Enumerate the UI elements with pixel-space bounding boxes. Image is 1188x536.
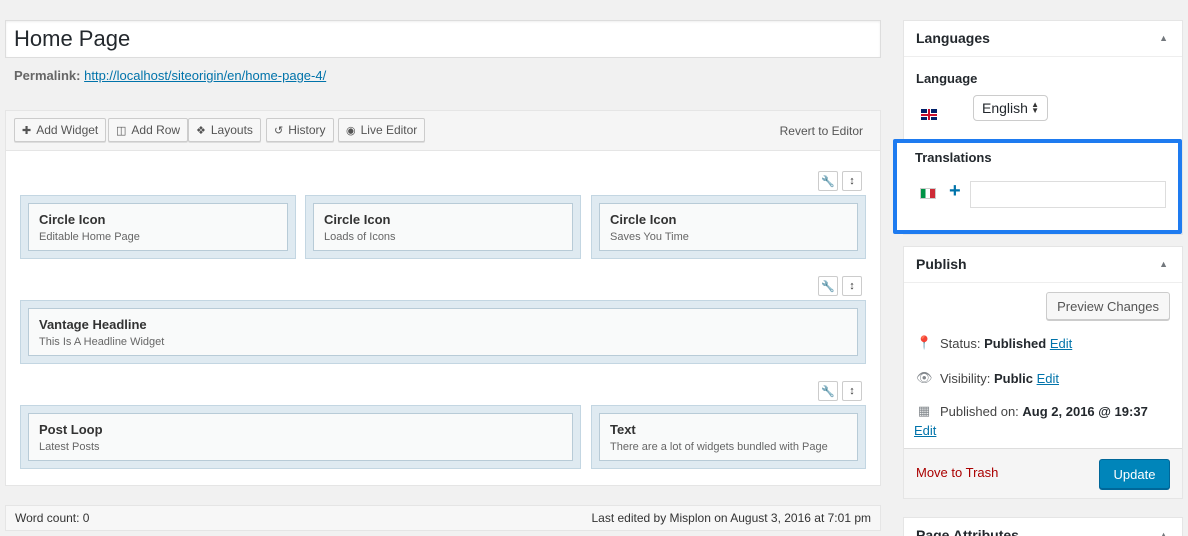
calendar-icon: ▦: [917, 403, 931, 418]
select-arrows-icon: ▲ ▼: [1031, 100, 1039, 115]
eye-icon: 👁: [916, 370, 933, 385]
translation-input[interactable]: [970, 181, 1166, 208]
layouts-button[interactable]: ❖ Layouts: [188, 118, 261, 142]
move-icon[interactable]: ↕: [842, 171, 862, 191]
widget-description: There are a lot of widgets bundled with …: [610, 441, 828, 453]
eye-icon: ◉: [346, 124, 356, 137]
plus-icon: ✚: [22, 124, 32, 137]
publish-actions: Move to Trash Update: [904, 448, 1182, 498]
builder-row: Circle Icon Editable Home Page Circle Ic…: [20, 195, 866, 259]
widget-description: Loads of Icons: [324, 231, 396, 243]
row-tools: 🔧 ↕: [818, 381, 862, 401]
widget-title: Circle Icon: [324, 212, 391, 227]
widget-card[interactable]: Vantage Headline This Is A Headline Widg…: [28, 308, 858, 356]
edit-date-link[interactable]: Edit: [914, 423, 936, 438]
translations-label: Translations: [915, 150, 992, 165]
widget-title: Post Loop: [39, 422, 103, 437]
edit-status-link[interactable]: Edit: [1050, 336, 1072, 351]
row-cell: Circle Icon Loads of Icons: [305, 195, 581, 259]
collapse-caret-icon[interactable]: ▲: [1159, 33, 1168, 43]
permalink: Permalink: http://localhost/siteorigin/e…: [14, 68, 326, 83]
move-to-trash-link[interactable]: Move to Trash: [916, 465, 998, 480]
visibility-line: 👁 Visibility: Public Edit: [916, 370, 1060, 386]
collapse-caret-icon[interactable]: ▲: [1159, 259, 1168, 269]
widget-card[interactable]: Text There are a lot of widgets bundled …: [599, 413, 858, 461]
update-button[interactable]: Update: [1099, 459, 1170, 489]
status-line: 📍 Status: Published Edit: [916, 335, 1073, 351]
move-icon[interactable]: ↕: [842, 276, 862, 296]
row-tools: 🔧 ↕: [818, 276, 862, 296]
row-cell: Vantage Headline This Is A Headline Widg…: [20, 300, 866, 364]
builder-row: Vantage Headline This Is A Headline Widg…: [20, 300, 866, 364]
language-label: Language: [916, 71, 978, 86]
page-attributes-box: Page Attributes ▲: [903, 517, 1183, 536]
row-cell: Text There are a lot of widgets bundled …: [591, 405, 866, 469]
widget-title: Circle Icon: [610, 212, 677, 227]
widget-card[interactable]: Post Loop Latest Posts: [28, 413, 573, 461]
add-widget-button[interactable]: ✚ Add Widget: [14, 118, 107, 142]
word-count-bar: Word count: 0 Last edited by Misplon on …: [5, 505, 881, 531]
widget-card[interactable]: Circle Icon Loads of Icons: [313, 203, 573, 251]
widget-card[interactable]: Circle Icon Saves You Time: [599, 203, 858, 251]
word-count: Word count: 0: [15, 511, 90, 525]
move-icon[interactable]: ↕: [842, 381, 862, 401]
pin-icon: 📍: [916, 335, 933, 350]
layouts-icon: ❖: [196, 124, 206, 137]
widget-title: Circle Icon: [39, 212, 106, 227]
widget-description: Latest Posts: [39, 441, 100, 453]
edit-visibility-link[interactable]: Edit: [1037, 371, 1059, 386]
widget-title: Text: [610, 422, 636, 437]
columns-icon: ◫: [116, 124, 127, 137]
permalink-label: Permalink:: [14, 68, 81, 83]
page-builder: ✚ Add Widget ◫ Add Row ❖ Layouts ↺ Histo…: [5, 110, 881, 486]
row-cell: Post Loop Latest Posts: [20, 405, 581, 469]
collapse-caret-icon[interactable]: ▲: [1159, 530, 1168, 536]
history-icon: ↺: [274, 124, 284, 137]
row-cell: Circle Icon Saves You Time: [591, 195, 866, 259]
add-translation-icon[interactable]: +: [949, 181, 961, 201]
row-cell: Circle Icon Editable Home Page: [20, 195, 296, 259]
publish-box-header[interactable]: Publish ▲: [904, 247, 1182, 283]
translations-section: Translations +: [893, 139, 1182, 234]
wrench-icon[interactable]: 🔧: [818, 381, 838, 401]
history-button[interactable]: ↺ History: [266, 118, 334, 142]
wrench-icon[interactable]: 🔧: [818, 276, 838, 296]
revert-to-editor-link[interactable]: Revert to Editor: [780, 124, 863, 138]
widget-description: Saves You Time: [610, 231, 689, 243]
live-editor-button[interactable]: ◉ Live Editor: [338, 118, 426, 142]
widget-description: This Is A Headline Widget: [39, 336, 165, 348]
page-attributes-header[interactable]: Page Attributes ▲: [904, 518, 1182, 536]
uk-flag-icon: [921, 109, 937, 120]
permalink-link[interactable]: http://localhost/siteorigin/en/home-page…: [84, 68, 326, 83]
published-on-line: ▦ Published on: Aug 2, 2016 @ 19:37: [917, 403, 1148, 419]
wrench-icon[interactable]: 🔧: [818, 171, 838, 191]
builder-toolbar: ✚ Add Widget ◫ Add Row ❖ Layouts ↺ Histo…: [6, 111, 880, 151]
add-row-button[interactable]: ◫ Add Row: [108, 118, 189, 142]
publish-box: Publish ▲ Preview Changes 📍 Status: Publ…: [903, 246, 1183, 499]
widget-card[interactable]: Circle Icon Editable Home Page: [28, 203, 288, 251]
italy-flag-icon: [920, 188, 936, 199]
preview-changes-button[interactable]: Preview Changes: [1046, 292, 1170, 320]
widget-title: Vantage Headline: [39, 317, 147, 332]
last-edited: Last edited by Misplon on August 3, 2016…: [591, 511, 871, 525]
builder-row: Post Loop Latest Posts Text There are a …: [20, 405, 866, 469]
languages-box-header[interactable]: Languages ▲: [904, 21, 1182, 57]
post-title-input[interactable]: Home Page: [5, 20, 881, 58]
widget-description: Editable Home Page: [39, 231, 140, 243]
row-tools: 🔧 ↕: [818, 171, 862, 191]
language-select[interactable]: English ▲ ▼: [973, 95, 1048, 121]
